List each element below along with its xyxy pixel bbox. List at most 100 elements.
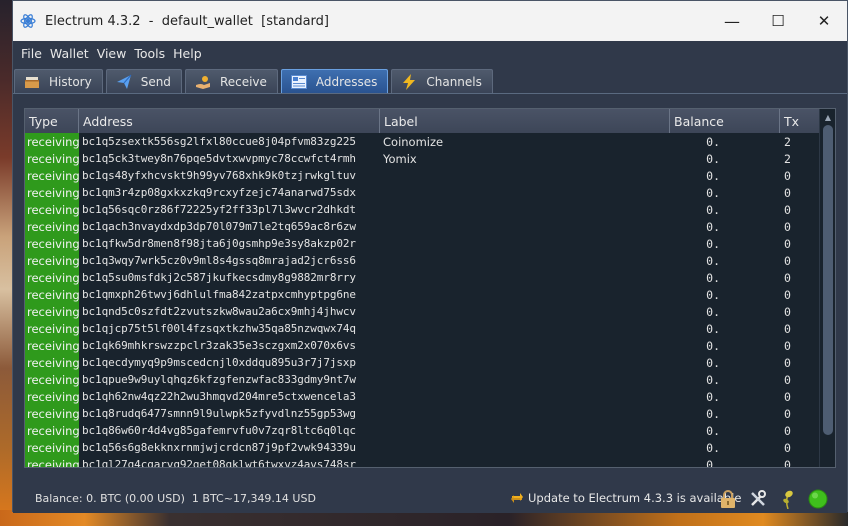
window-title: Electrum 4.3.2 - default_wallet [standar… [45, 13, 329, 29]
label-cell [380, 337, 670, 354]
balance-cell: 0. [706, 134, 720, 149]
tab-bar: History Send Receive Addresses Channels [13, 69, 847, 94]
table-row[interactable]: receiving bc1qh62nw4qz22h2wu3hmqvd204mre5… [25, 388, 820, 405]
table-row[interactable]: receiving bc1q5ck3twey8n76pqe5dvtxwvpmyc7… [25, 150, 820, 167]
address-cell: bc1q8rudq6477smnn9l9ulwpk5zfyvdlnz55gp53… [82, 407, 356, 420]
title-bar[interactable]: Electrum 4.3.2 - default_wallet [standar… [13, 1, 847, 41]
table-row[interactable]: receiving bc1qnd5c0szfdt2zvutszkw8wau2a6c… [25, 303, 820, 320]
tab-receive-label: Receive [219, 74, 267, 89]
table-row[interactable]: receiving bc1qmxph26twvj6dhlulfma842zatpx… [25, 286, 820, 303]
address-cell: bc1qm3r4zp08gxkxzkq9rcxyfzejc74anarwd75s… [82, 186, 356, 199]
table-row[interactable]: receiving bc1qm3r4zp08gxkxzkq9rcxyfzejc74… [25, 184, 820, 201]
type-cell: receiving [25, 269, 79, 286]
lock-icon[interactable] [717, 488, 739, 510]
menu-wallet[interactable]: Wallet [46, 46, 93, 61]
tab-channels-label: Channels [426, 74, 482, 89]
table-row[interactable]: receiving bc1qpue9w9uylqhqz6kfzgfenzwfac8… [25, 371, 820, 388]
tx-count-cell: 2 [784, 134, 791, 149]
balance-cell: 0. [706, 151, 720, 166]
table-row[interactable]: receiving bc1q5su0msfdkj2c587jkufkecsdmy8… [25, 269, 820, 286]
scroll-up-icon[interactable]: ▲ [823, 113, 833, 123]
tab-history-label: History [49, 74, 92, 89]
close-button[interactable]: ✕ [801, 1, 847, 41]
label-cell [380, 218, 670, 235]
label-cell [380, 388, 670, 405]
tx-count-cell: 0 [784, 236, 791, 251]
address-cell: bc1q56s6g8ekknxrnmjwjcrdcn87j9pf2vwk9433… [82, 441, 356, 454]
balance-cell: 0. [706, 253, 720, 268]
table-row[interactable]: receiving bc1qs48yfxhcvskt9h99yv768xhk9k0… [25, 167, 820, 184]
vertical-scrollbar[interactable]: ▲ [819, 109, 835, 467]
desktop-background-left [0, 0, 12, 526]
network-status-icon[interactable] [807, 488, 829, 510]
update-notice[interactable]: Update to Electrum 4.3.3 is available [509, 490, 741, 506]
column-header-label[interactable]: Label [380, 109, 670, 133]
address-cell: bc1qfkw5dr8men8f98jta6j0gsmhp9e3sy8akzp0… [82, 237, 356, 250]
tab-channels[interactable]: Channels [391, 69, 493, 93]
type-cell: receiving [25, 303, 79, 320]
tab-addresses[interactable]: Addresses [280, 69, 389, 93]
scroll-thumb[interactable] [823, 125, 833, 435]
tab-history[interactable]: History [14, 69, 103, 93]
address-cell: bc1qnd5c0szfdt2zvutszkw8wau2a6cx9mhj4jhw… [82, 305, 356, 318]
maximize-button[interactable]: ☐ [755, 1, 801, 41]
table-row[interactable]: receiving bc1q86w60r4d4vg85gafemrvfu0v7zq… [25, 422, 820, 439]
seed-icon[interactable] [777, 488, 799, 510]
addresses-table: Type Address Label Balance Tx receiving b… [24, 108, 836, 468]
table-row[interactable]: receiving bc1qfkw5dr8men8f98jta6j0gsmhp9e… [25, 235, 820, 252]
column-header-address[interactable]: Address [79, 109, 380, 133]
type-cell: receiving [25, 320, 79, 337]
table-row[interactable]: receiving bc1q8rudq6477smnn9l9ulwpk5zfyvd… [25, 405, 820, 422]
label-cell [380, 269, 670, 286]
minimize-button[interactable]: — [709, 1, 755, 41]
type-cell: receiving [25, 456, 79, 467]
label-cell [380, 456, 670, 467]
balance-cell: 0. [706, 406, 720, 421]
balance-cell: 0. [706, 389, 720, 404]
menu-tools[interactable]: Tools [130, 46, 169, 61]
table-row[interactable]: receiving bc1q5zsextk556sg2lfxl80ccue8j04… [25, 133, 820, 150]
table-row[interactable]: receiving bc1qjcp75t5lf00l4fzsqxtkzhw35qa… [25, 320, 820, 337]
tx-count-cell: 0 [784, 185, 791, 200]
table-body: receiving bc1q5zsextk556sg2lfxl80ccue8j04… [25, 133, 820, 468]
label-cell [380, 354, 670, 371]
label-cell [380, 235, 670, 252]
tx-count-cell: 0 [784, 270, 791, 285]
status-bar: Balance: 0. BTC (0.00 USD) 1 BTC~17,349.… [13, 483, 847, 513]
type-cell: receiving [25, 337, 79, 354]
table-row[interactable]: receiving bc1ql27g4cgarvq92get08qklwt6twx… [25, 456, 820, 468]
tx-count-cell: 0 [784, 253, 791, 268]
type-cell: receiving [25, 422, 79, 439]
column-header-balance[interactable]: Balance [670, 109, 780, 133]
type-cell: receiving [25, 354, 79, 371]
menu-bar: File Wallet View Tools Help [13, 41, 847, 66]
tools-icon[interactable] [747, 488, 769, 510]
update-icon [509, 490, 525, 506]
address-cell: bc1qh62nw4qz22h2wu3hmqvd204mre5ctxwencel… [82, 390, 356, 403]
label-cell [380, 422, 670, 439]
address-cell: bc1q5su0msfdkj2c587jkufkecsdmy8g9882mr8r… [82, 271, 356, 284]
close-icon: ✕ [817, 12, 831, 30]
type-cell: receiving [25, 286, 79, 303]
table-row[interactable]: receiving bc1q56s6g8ekknxrnmjwjcrdcn87j9p… [25, 439, 820, 456]
balance-cell: 0. [706, 304, 720, 319]
tx-count-cell: 0 [784, 219, 791, 234]
type-cell: receiving [25, 150, 79, 167]
column-header-type[interactable]: Type [25, 109, 79, 133]
balance-cell: 0. [706, 423, 720, 438]
table-row[interactable]: receiving bc1qecdymyq9p9mscedcnjl0xddqu89… [25, 354, 820, 371]
table-row[interactable]: receiving bc1q56sqc0rz86f72225yf2ff33pl7l… [25, 201, 820, 218]
tab-receive[interactable]: Receive [184, 69, 278, 93]
menu-view[interactable]: View [93, 46, 131, 61]
tx-count-cell: 0 [784, 457, 791, 468]
table-row[interactable]: receiving bc1qach3nvaydxdp3dp70l079m7le2t… [25, 218, 820, 235]
balance-cell: 0. [706, 236, 720, 251]
table-row[interactable]: receiving bc1qk69mhkrswzzpclr3zak35e3sczg… [25, 337, 820, 354]
menu-help[interactable]: Help [169, 46, 206, 61]
menu-file[interactable]: File [17, 46, 46, 61]
tab-send[interactable]: Send [105, 69, 182, 93]
address-cell: bc1qjcp75t5lf00l4fzsqxtkzhw35qa85nzwqwx7… [82, 322, 356, 335]
label-cell [380, 252, 670, 269]
table-row[interactable]: receiving bc1q3wqy7wrk5cz0v9ml8s4gssq8mra… [25, 252, 820, 269]
column-header-tx[interactable]: Tx [780, 109, 820, 133]
